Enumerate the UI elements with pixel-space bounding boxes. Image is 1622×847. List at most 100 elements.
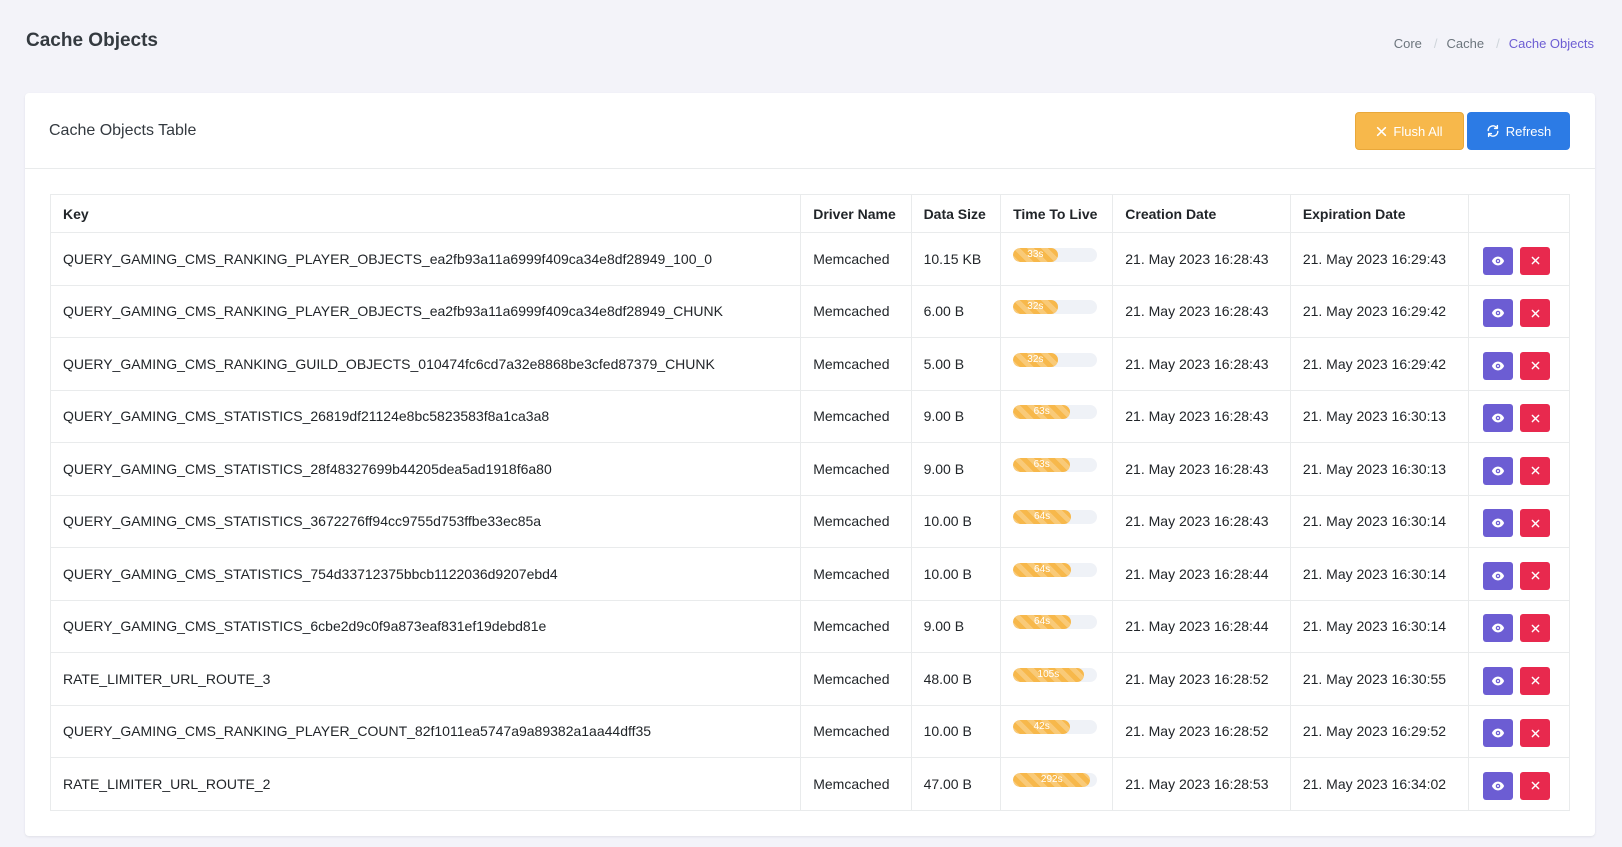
- ttl-progress-bar: 64s: [1013, 562, 1072, 577]
- cell-expiration-date: 21. May 2023 16:29:43: [1289, 232, 1470, 286]
- cell-driver-name: Memcached: [800, 232, 912, 286]
- cell-creation-date: 21. May 2023 16:28:52: [1112, 652, 1291, 706]
- breadcrumb-separator: /: [1433, 36, 1438, 51]
- delete-button[interactable]: [1520, 351, 1551, 380]
- cell-time-to-live: 64s: [1000, 599, 1114, 653]
- delete-button[interactable]: [1520, 561, 1551, 590]
- table-row: QUERY_GAMING_CMS_STATISTICS_28f48327699b…: [49, 442, 1570, 496]
- table-row: QUERY_GAMING_CMS_RANKING_PLAYER_OBJECTS_…: [49, 232, 1570, 286]
- ttl-progress-track: 63s: [1013, 405, 1098, 420]
- view-button[interactable]: [1483, 719, 1514, 748]
- breadcrumb-item-core[interactable]: Core: [1394, 36, 1422, 51]
- eye-icon: [1491, 674, 1505, 688]
- ttl-progress-track: 32s: [1013, 352, 1098, 367]
- cell-actions: [1468, 284, 1570, 338]
- cell-actions: [1468, 389, 1570, 443]
- table-row: QUERY_GAMING_CMS_STATISTICS_3672276ff94c…: [49, 494, 1570, 548]
- view-button[interactable]: [1483, 561, 1514, 590]
- cell-driver-name: Memcached: [800, 652, 912, 706]
- close-icon: [1531, 519, 1540, 528]
- cell-driver-name: Memcached: [800, 494, 912, 548]
- ttl-progress-track: 42s: [1013, 720, 1098, 735]
- cell-data-size: 48.00 B: [910, 652, 1002, 706]
- breadcrumb-item-cache[interactable]: Cache: [1447, 36, 1485, 51]
- cell-time-to-live: 64s: [1000, 494, 1114, 548]
- cell-expiration-date: 21. May 2023 16:29:52: [1289, 704, 1470, 758]
- cell-expiration-date: 21. May 2023 16:34:02: [1289, 757, 1470, 811]
- close-icon: [1531, 414, 1540, 423]
- cell-data-size: 9.00 B: [910, 389, 1002, 443]
- eye-icon: [1491, 516, 1505, 530]
- refresh-button[interactable]: Refresh: [1467, 112, 1570, 150]
- delete-button[interactable]: [1520, 771, 1551, 800]
- cell-time-to-live: 105s: [1000, 652, 1114, 706]
- cell-time-to-live: 32s: [1000, 284, 1114, 338]
- cell-data-size: 5.00 B: [910, 337, 1002, 391]
- cell-expiration-date: 21. May 2023 16:30:14: [1289, 599, 1470, 653]
- close-icon: [1531, 676, 1540, 685]
- flush-all-label: Flush All: [1393, 123, 1443, 139]
- view-button[interactable]: [1483, 404, 1514, 433]
- cell-driver-name: Memcached: [800, 389, 912, 443]
- delete-button[interactable]: [1520, 614, 1551, 643]
- cell-key: QUERY_GAMING_CMS_STATISTICS_6cbe2d9c0f9a…: [49, 599, 802, 653]
- table-row: RATE_LIMITER_URL_ROUTE_2 Memcached 47.00 B…: [49, 757, 1570, 811]
- close-icon: [1531, 729, 1540, 738]
- ttl-progress-track: 64s: [1013, 615, 1098, 630]
- cell-actions: [1468, 652, 1570, 706]
- delete-button[interactable]: [1520, 456, 1551, 485]
- delete-button[interactable]: [1520, 404, 1551, 433]
- delete-button[interactable]: [1520, 509, 1551, 538]
- cache-objects-table-wrapper: Key Driver Name Data Size Time To Live C…: [49, 194, 1570, 811]
- cache-objects-table: Key Driver Name Data Size Time To Live C…: [49, 194, 1570, 811]
- view-button[interactable]: [1483, 351, 1514, 380]
- cell-key: QUERY_GAMING_CMS_RANKING_PLAYER_COUNT_82…: [49, 704, 802, 758]
- view-button[interactable]: [1483, 456, 1514, 485]
- delete-button[interactable]: [1520, 299, 1551, 328]
- cell-driver-name: Memcached: [800, 337, 912, 391]
- delete-button[interactable]: [1520, 666, 1551, 695]
- column-header-driver-name: Driver Name: [800, 194, 912, 233]
- flush-all-button[interactable]: Flush All: [1355, 112, 1464, 150]
- refresh-icon: [1486, 124, 1500, 138]
- cell-expiration-date: 21. May 2023 16:30:14: [1289, 547, 1470, 601]
- delete-button[interactable]: [1520, 719, 1551, 748]
- view-button[interactable]: [1483, 509, 1514, 538]
- view-button[interactable]: [1483, 771, 1514, 800]
- cell-time-to-live: 292s: [1000, 757, 1114, 811]
- view-button[interactable]: [1483, 614, 1514, 643]
- cell-creation-date: 21. May 2023 16:28:44: [1112, 599, 1291, 653]
- view-button[interactable]: [1483, 666, 1514, 695]
- close-icon: [1531, 624, 1540, 633]
- close-icon: [1531, 309, 1540, 318]
- view-button[interactable]: [1483, 299, 1514, 328]
- cell-creation-date: 21. May 2023 16:28:52: [1112, 704, 1291, 758]
- cell-actions: [1468, 704, 1570, 758]
- cell-creation-date: 21. May 2023 16:28:43: [1112, 232, 1291, 286]
- ttl-progress-bar: 105s: [1013, 667, 1084, 682]
- eye-icon: [1491, 359, 1505, 373]
- ttl-progress-bar: 33s: [1013, 247, 1058, 262]
- ttl-progress-bar: 64s: [1013, 510, 1072, 525]
- cell-creation-date: 21. May 2023 16:28:43: [1112, 494, 1291, 548]
- delete-button[interactable]: [1520, 246, 1551, 275]
- cell-driver-name: Memcached: [800, 757, 912, 811]
- column-header-actions: [1468, 194, 1570, 233]
- close-icon: [1531, 466, 1540, 475]
- cell-data-size: 10.00 B: [910, 704, 1002, 758]
- cell-creation-date: 21. May 2023 16:28:53: [1112, 757, 1291, 811]
- cell-data-size: 9.00 B: [910, 599, 1002, 653]
- cell-expiration-date: 21. May 2023 16:30:13: [1289, 389, 1470, 443]
- cell-driver-name: Memcached: [800, 284, 912, 338]
- cell-data-size: 10.00 B: [910, 494, 1002, 548]
- table-row: QUERY_GAMING_CMS_STATISTICS_754d33712375…: [49, 547, 1570, 601]
- cell-data-size: 9.00 B: [910, 442, 1002, 496]
- ttl-progress-bar: 42s: [1013, 720, 1071, 735]
- cell-time-to-live: 32s: [1000, 337, 1114, 391]
- cell-actions: [1468, 442, 1570, 496]
- breadcrumb-separator: /: [1496, 36, 1500, 51]
- close-icon: [1531, 361, 1540, 370]
- cell-expiration-date: 21. May 2023 16:30:55: [1289, 652, 1470, 706]
- cell-key: RATE_LIMITER_URL_ROUTE_3: [49, 652, 802, 706]
- view-button[interactable]: [1483, 246, 1514, 275]
